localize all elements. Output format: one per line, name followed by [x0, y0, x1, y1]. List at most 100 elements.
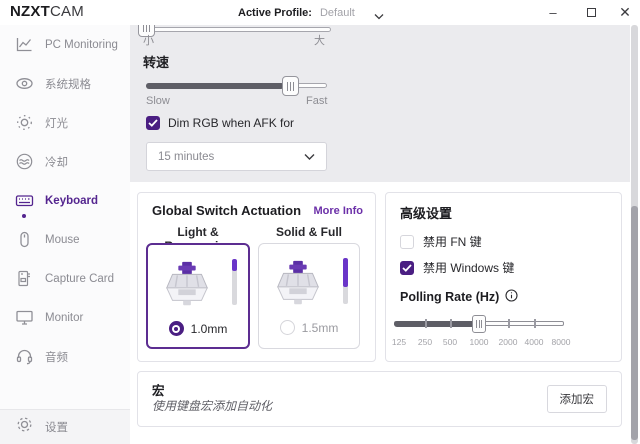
sidebar-item-label: 冷却	[45, 154, 68, 170]
sun-icon	[15, 113, 34, 132]
actuation-value: 1.0mm	[191, 322, 228, 336]
tick-label: 2000	[499, 337, 518, 347]
actuation-depth-fill	[343, 258, 348, 287]
sidebar-item-label: 设置	[45, 419, 68, 435]
headset-icon	[15, 347, 34, 366]
cooling-icon	[15, 152, 34, 171]
sidebar-item-lighting[interactable]: 灯光	[0, 103, 130, 142]
capture-card-icon	[15, 269, 34, 288]
speed-slider-fill	[146, 83, 284, 89]
active-tab-dot	[22, 214, 26, 218]
keyboard-icon	[15, 191, 34, 210]
maximize-button[interactable]	[576, 0, 606, 25]
minimize-glyph: –	[549, 5, 556, 20]
profile-chevron-down-icon[interactable]	[374, 7, 384, 25]
polling-slider-handle[interactable]	[472, 315, 486, 333]
actuation-value: 1.5mm	[302, 321, 339, 335]
sidebar-item-mouse[interactable]: Mouse	[0, 220, 130, 259]
close-glyph: ✕	[619, 4, 631, 21]
switch-option-solid-full[interactable]: 1.5mm	[258, 243, 360, 349]
tick-label: 500	[443, 337, 457, 347]
actuation-depth-fill	[232, 259, 237, 271]
app-logo: NZXTCAM	[10, 3, 84, 20]
scrollbar-thumb[interactable]	[631, 206, 638, 440]
size-min-label: 小	[143, 32, 154, 48]
radio-unselected-icon[interactable]	[280, 320, 295, 335]
active-profile-label: Active Profile:	[238, 7, 312, 19]
nzxt-cam-window: NZXTCAM Active Profile: Default – ✕ PC M…	[0, 0, 640, 444]
actuation-radio-row: 1.0mm	[148, 321, 248, 336]
afk-dim-row: Dim RGB when AFK for	[146, 116, 294, 130]
sidebar-item-pc-monitoring[interactable]: PC Monitoring	[0, 25, 130, 64]
afk-time-value: 15 minutes	[158, 151, 304, 163]
polling-slider-fill	[394, 321, 479, 327]
speed-slider-track[interactable]	[146, 83, 327, 89]
advanced-card-title: 高级设置	[400, 203, 452, 222]
tick-label: 250	[418, 337, 432, 347]
sidebar-item-monitor[interactable]: Monitor	[0, 298, 130, 337]
minimize-button[interactable]: –	[538, 0, 568, 25]
gear-icon	[15, 415, 34, 439]
sidebar-item-audio[interactable]: 音频	[0, 337, 130, 376]
macro-subtitle: 使用键盘宏添加自动化	[152, 397, 272, 414]
tick-label: 8000	[552, 337, 571, 347]
size-max-label: 大	[314, 32, 325, 48]
sidebar-item-label: Mouse	[45, 234, 80, 246]
sidebar-item-label: Capture Card	[45, 273, 114, 285]
sidebar: PC Monitoring 系统规格 灯光 冷却 Keyboard	[0, 25, 130, 444]
add-macro-button[interactable]: 添加宏	[547, 385, 608, 413]
macro-card: 宏 使用键盘宏添加自动化 添加宏	[137, 371, 622, 427]
polling-rate-text: Polling Rate (Hz)	[400, 290, 499, 304]
disable-fn-label: 禁用 FN 键	[423, 233, 482, 250]
info-icon[interactable]	[505, 289, 518, 305]
sidebar-item-keyboard[interactable]: Keyboard	[0, 181, 130, 220]
disable-windows-label: 禁用 Windows 键	[423, 259, 514, 276]
disable-windows-row: 禁用 Windows 键	[400, 259, 514, 276]
active-profile-value[interactable]: Default	[320, 7, 355, 19]
tick-label: 125	[392, 337, 406, 347]
speed-min-label: Slow	[146, 95, 170, 107]
afk-time-dropdown[interactable]: 15 minutes	[146, 142, 327, 171]
speed-slider-handle[interactable]	[282, 76, 299, 96]
titlebar: NZXTCAM Active Profile: Default – ✕	[0, 0, 640, 25]
speed-max-label: Fast	[306, 95, 327, 107]
dropdown-chevron-down-icon	[304, 148, 315, 166]
advanced-settings-card: 高级设置 禁用 FN 键 禁用 Windows 键 Polling Rate (…	[385, 192, 622, 362]
afk-dim-label: Dim RGB when AFK for	[168, 116, 294, 130]
disable-fn-row: 禁用 FN 键	[400, 233, 482, 250]
switch-card-title: Global Switch Actuation	[152, 203, 301, 218]
close-button[interactable]: ✕	[610, 0, 640, 25]
sidebar-item-settings[interactable]: 设置	[0, 409, 130, 444]
maximize-glyph	[587, 8, 596, 17]
sidebar-item-label: 系统规格	[45, 76, 91, 92]
monitor-icon	[15, 308, 34, 327]
logo-cam: CAM	[50, 3, 84, 20]
sidebar-item-cooling[interactable]: 冷却	[0, 142, 130, 181]
sidebar-item-label: 音频	[45, 349, 68, 365]
actuation-depth-bar	[343, 258, 348, 304]
switch-option-light-responsive[interactable]: 1.0mm	[146, 243, 250, 349]
more-info-link[interactable]: More Info	[314, 205, 364, 217]
radio-selected-icon[interactable]	[169, 321, 184, 336]
key-switch-icon	[271, 255, 325, 316]
eye-icon	[15, 74, 34, 93]
sidebar-item-label: PC Monitoring	[45, 39, 118, 51]
sidebar-item-label: Monitor	[45, 312, 83, 324]
sidebar-item-capture-card[interactable]: Capture Card	[0, 259, 130, 298]
tick-label: 1000	[470, 337, 489, 347]
switch-option-name: Solid & Full	[258, 225, 360, 239]
tick-label: 4000	[525, 337, 544, 347]
sidebar-item-label: Keyboard	[45, 195, 98, 207]
content-area: 小 大 转速 Slow Fast Dim RGB when AFK for 15…	[130, 25, 640, 444]
sidebar-item-label: 灯光	[45, 115, 68, 131]
actuation-depth-bar	[232, 259, 237, 305]
disable-windows-checkbox[interactable]	[400, 261, 414, 275]
key-switch-icon	[160, 256, 214, 317]
sidebar-item-system-specs[interactable]: 系统规格	[0, 64, 130, 103]
global-switch-actuation-card: Global Switch Actuation More Info Light …	[137, 192, 376, 362]
afk-dim-checkbox[interactable]	[146, 116, 160, 130]
mouse-icon	[15, 230, 34, 249]
size-slider-track[interactable]	[143, 27, 331, 32]
polling-tick-labels: 125 250 500 1000 2000 4000 8000	[386, 337, 623, 349]
disable-fn-checkbox[interactable]	[400, 235, 414, 249]
